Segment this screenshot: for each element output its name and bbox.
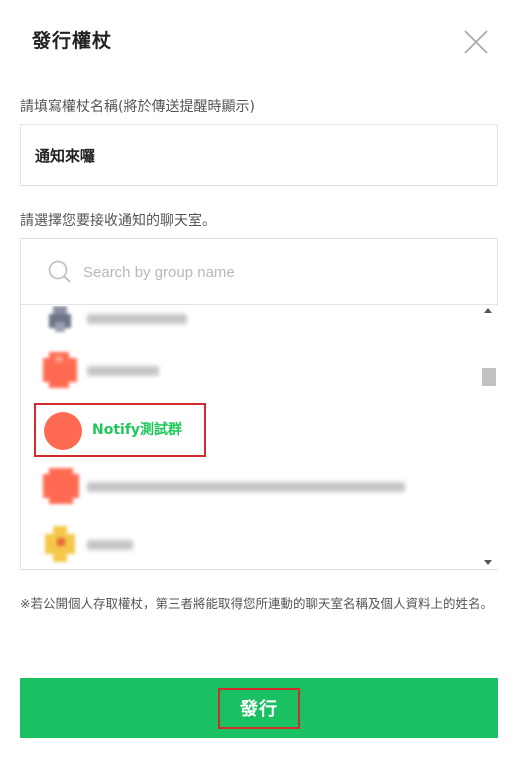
token-name-label: 請填寫權杖名稱(將於傳送提醒時顯示)	[20, 99, 255, 115]
group-search-input[interactable]	[83, 255, 473, 289]
chat-room-list: Notify測試群	[21, 306, 479, 569]
avatar	[43, 468, 79, 504]
blurred-name	[87, 540, 133, 550]
chat-room-name: Notify測試群	[92, 422, 183, 438]
chat-room-item-blurred[interactable]	[21, 344, 479, 400]
scroll-thumb[interactable]	[482, 368, 496, 386]
avatar	[49, 306, 71, 332]
highlight-frame	[218, 688, 300, 729]
blurred-name	[87, 314, 187, 324]
avatar	[43, 352, 77, 388]
chat-room-item-blurred[interactable]	[21, 518, 479, 569]
scroll-down-arrow-icon[interactable]	[484, 560, 492, 565]
chat-room-item-selected[interactable]: Notify測試群	[34, 403, 206, 457]
token-name-input[interactable]	[21, 125, 497, 185]
blurred-name	[87, 482, 405, 492]
search-icon	[48, 260, 71, 283]
scroll-up-arrow-icon[interactable]	[484, 308, 492, 313]
chat-room-scrollbar[interactable]	[481, 306, 498, 569]
dialog-title: 發行權杖	[32, 30, 113, 52]
chat-room-picker: Notify測試群	[20, 238, 498, 570]
issue-token-button[interactable]: 發行	[20, 678, 498, 738]
blurred-name	[87, 366, 159, 376]
avatar	[45, 526, 75, 562]
privacy-notice: ※若公開個人存取權杖，第三者將能取得您所連動的聊天室名稱及個人資料上的姓名。	[20, 596, 493, 611]
token-name-field-box	[20, 124, 498, 186]
group-search-bar	[21, 239, 497, 305]
chat-room-label: 請選擇您要接收通知的聊天室。	[20, 213, 216, 229]
close-icon[interactable]	[460, 26, 492, 58]
avatar	[44, 412, 82, 450]
chat-room-item-blurred[interactable]	[21, 460, 479, 516]
